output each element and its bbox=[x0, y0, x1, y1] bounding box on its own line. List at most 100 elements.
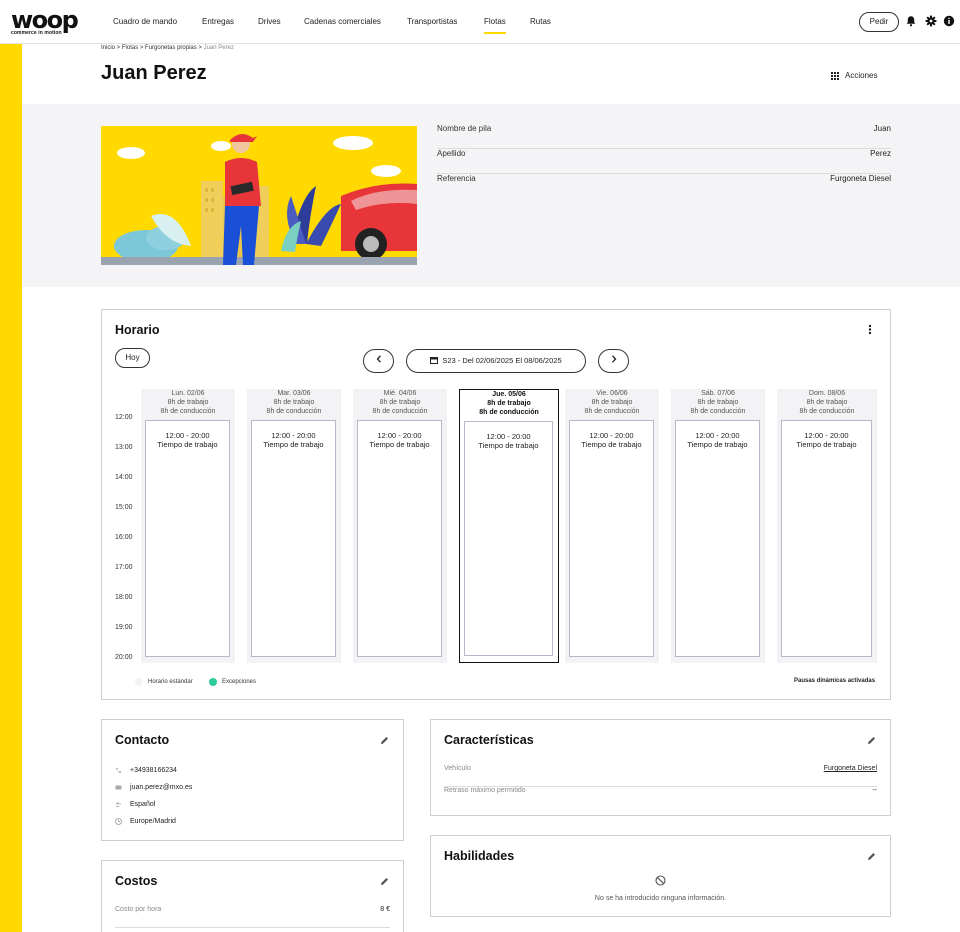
info-value: Juan bbox=[873, 124, 891, 133]
contact-email: juan.perez@mxo.es bbox=[115, 784, 192, 791]
time-label: 20:00 bbox=[115, 654, 133, 661]
breadcrumb-inicio[interactable]: Inicio bbox=[101, 45, 115, 51]
schedule-title: Horario bbox=[115, 323, 160, 337]
shift-type: Tiempo de trabajo bbox=[157, 440, 218, 449]
vehicle-link[interactable]: Furgoneta Diesel bbox=[824, 765, 877, 772]
edit-pencil-icon[interactable] bbox=[867, 852, 876, 861]
day-column-lun[interactable]: Lun. 02/06 8h de trabajo 8h de conducción … bbox=[141, 389, 235, 663]
users-icon bbox=[115, 802, 121, 807]
shift-block[interactable]: 12:00 - 20:00 Tiempo de trabajo bbox=[464, 421, 553, 656]
info-value: Perez bbox=[870, 149, 891, 158]
more-vertical-icon[interactable] bbox=[867, 324, 873, 335]
day-label: Vie. 06/06 bbox=[596, 390, 628, 397]
nav-item-cuadro-de-mando[interactable]: Cuadro de mando bbox=[113, 17, 177, 26]
day-work: 8h de trabajo bbox=[167, 399, 209, 406]
shift-time: 12:00 - 20:00 bbox=[271, 431, 316, 440]
day-drive: 8h de conducción bbox=[266, 408, 322, 415]
shift-block[interactable]: 12:00 - 20:00 Tiempo de trabajo bbox=[251, 420, 336, 657]
legend-exceptions: Excepciones bbox=[209, 678, 256, 686]
nav-item-drives[interactable]: Drives bbox=[258, 17, 281, 26]
week-selector[interactable]: S23 - Del 02/06/2025 El 08/06/2025 bbox=[406, 349, 586, 373]
shift-block[interactable]: 12:00 - 20:00 Tiempo de trabajo bbox=[675, 420, 760, 657]
day-label: Sáb. 07/06 bbox=[701, 390, 735, 397]
day-label: Mar. 03/06 bbox=[277, 390, 311, 397]
shift-time: 12:00 - 20:00 bbox=[377, 431, 422, 440]
day-column-mar[interactable]: Mar. 03/06 8h de trabajo 8h de conducción … bbox=[247, 389, 341, 663]
page-title: Juan Perez bbox=[101, 62, 207, 84]
breadcrumb-flotas[interactable]: Flotas bbox=[122, 45, 138, 51]
day-label: Jue. 05/06 bbox=[492, 391, 526, 398]
time-label: 15:00 bbox=[115, 504, 133, 511]
time-label: 17:00 bbox=[115, 564, 133, 571]
edit-pencil-icon[interactable] bbox=[867, 736, 876, 745]
legend-dot bbox=[135, 678, 143, 686]
breadcrumb-furgonetas[interactable]: Furgonetas propias bbox=[145, 45, 197, 51]
info-row-apellido: Apellido Perez bbox=[437, 149, 891, 174]
day-label: Lun. 02/06 bbox=[171, 390, 205, 397]
contact-phone: +34938166234 bbox=[115, 767, 177, 774]
nav-item-flotas[interactable]: Flotas bbox=[484, 17, 506, 34]
day-work: 8h de trabajo bbox=[591, 399, 633, 406]
no-entry-icon bbox=[655, 875, 666, 886]
top-navbar: woop commerce in motion Cuadro de mando … bbox=[0, 0, 960, 44]
woop-logo[interactable]: woop commerce in motion bbox=[11, 8, 85, 36]
calendar-icon bbox=[430, 357, 439, 364]
clock-icon bbox=[115, 818, 122, 825]
nav-item-rutas[interactable]: Rutas bbox=[530, 17, 551, 26]
shift-time: 12:00 - 20:00 bbox=[589, 431, 634, 440]
shift-type: Tiempo de trabajo bbox=[478, 441, 539, 450]
acciones-button[interactable]: Acciones bbox=[831, 71, 877, 80]
mail-icon bbox=[115, 785, 122, 790]
shift-time: 12:00 - 20:00 bbox=[165, 431, 210, 440]
gear-icon[interactable] bbox=[925, 15, 937, 27]
time-label: 12:00 bbox=[115, 414, 133, 421]
feature-value: -- bbox=[872, 787, 877, 794]
day-column-mie[interactable]: Mié. 04/06 8h de trabajo 8h de conducción … bbox=[353, 389, 447, 663]
nav-item-transportistas[interactable]: Transportistas bbox=[407, 17, 457, 26]
time-label: 16:00 bbox=[115, 534, 133, 541]
day-work: 8h de trabajo bbox=[806, 399, 848, 406]
pedir-button[interactable]: Pedir bbox=[859, 12, 899, 32]
day-column-jue-today[interactable]: Jue. 05/06 8h de trabajo 8h de conducción … bbox=[459, 389, 559, 663]
shift-time: 12:00 - 20:00 bbox=[804, 431, 849, 440]
edit-pencil-icon[interactable] bbox=[380, 877, 389, 886]
day-column-vie[interactable]: Vie. 06/06 8h de trabajo 8h de conducción … bbox=[565, 389, 659, 663]
shift-type: Tiempo de trabajo bbox=[369, 440, 430, 449]
day-drive: 8h de conducción bbox=[160, 408, 216, 415]
cost-label: Costo por hora bbox=[115, 906, 162, 913]
shift-block[interactable]: 12:00 - 20:00 Tiempo de trabajo bbox=[357, 420, 442, 657]
feature-label: Retraso máximo permitido bbox=[444, 787, 526, 794]
contact-value: juan.perez@mxo.es bbox=[130, 784, 193, 791]
day-column-dom[interactable]: Dom. 08/06 8h de trabajo 8h de conducción … bbox=[777, 389, 877, 663]
bell-icon[interactable] bbox=[905, 15, 917, 27]
prev-week-button[interactable] bbox=[363, 349, 394, 373]
day-column-sab[interactable]: Sáb. 07/06 8h de trabajo 8h de conducción … bbox=[671, 389, 765, 663]
contact-timezone: Europe/Madrid bbox=[115, 818, 176, 825]
shift-block[interactable]: 12:00 - 20:00 Tiempo de trabajo bbox=[145, 420, 230, 657]
acciones-label: Acciones bbox=[845, 71, 878, 80]
info-label: Apellido bbox=[437, 149, 466, 158]
phone-icon bbox=[116, 768, 121, 774]
day-drive: 8h de conducción bbox=[584, 408, 640, 415]
shift-type: Tiempo de trabajo bbox=[687, 440, 748, 449]
info-icon[interactable] bbox=[943, 15, 955, 27]
feature-row-vehicle: Vehículo Furgoneta Diesel bbox=[444, 765, 877, 787]
contact-value: Europe/Madrid bbox=[130, 818, 176, 825]
week-label: S23 - Del 02/06/2025 El 08/06/2025 bbox=[442, 356, 562, 365]
day-drive: 8h de conducción bbox=[799, 408, 855, 415]
legend-standard: Horario estándar bbox=[135, 678, 193, 686]
shift-time: 12:00 - 20:00 bbox=[695, 431, 740, 440]
edit-pencil-icon[interactable] bbox=[380, 736, 389, 745]
feature-row-delay: Retraso máximo permitido -- bbox=[444, 787, 877, 809]
legend-label: Excepciones bbox=[222, 679, 257, 685]
shift-block[interactable]: 12:00 - 20:00 Tiempo de trabajo bbox=[781, 420, 872, 657]
nav-item-entregas[interactable]: Entregas bbox=[202, 17, 234, 26]
breadcrumb: Inicio > Flotas > Furgonetas propias > J… bbox=[101, 45, 234, 51]
day-work: 8h de trabajo bbox=[697, 399, 739, 406]
today-button[interactable]: Hoy bbox=[115, 348, 150, 368]
shift-type: Tiempo de trabajo bbox=[263, 440, 324, 449]
chevron-right-icon bbox=[611, 355, 616, 363]
shift-block[interactable]: 12:00 - 20:00 Tiempo de trabajo bbox=[569, 420, 654, 657]
next-week-button[interactable] bbox=[598, 349, 629, 373]
nav-item-cadenas-comerciales[interactable]: Cadenas comerciales bbox=[304, 17, 381, 26]
